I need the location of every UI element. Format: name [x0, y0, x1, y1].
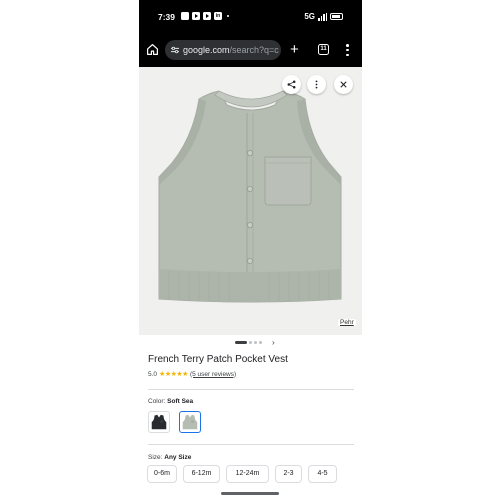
gesture-handle[interactable]	[221, 492, 279, 495]
size-options: 0-6m 6-12m 12-24m 2-3 4-5	[147, 465, 337, 483]
product-title: French Terry Patch Pocket Vest	[148, 354, 288, 365]
share-button[interactable]	[282, 75, 301, 94]
carousel-dot[interactable]	[254, 341, 257, 344]
url-path: /search?q=c	[229, 45, 279, 55]
more-notifications-dot-icon	[227, 15, 229, 17]
carousel-dot-active[interactable]	[235, 341, 247, 344]
carousel-dot[interactable]	[249, 341, 252, 344]
phone-screen: 7:39 in 5G google.com/search?q=c + 11 Pe…	[139, 0, 362, 500]
status-time: 7:39	[158, 12, 176, 22]
divider	[148, 444, 354, 445]
color-label: Color: Soft Sea	[148, 398, 194, 405]
product-image-viewer[interactable]: Pehr	[139, 67, 362, 335]
status-right: 5G	[304, 12, 343, 21]
more-options-button[interactable]	[307, 75, 326, 94]
share-icon	[287, 80, 296, 89]
rating-value: 5.0	[148, 370, 158, 378]
image-carousel-indicator: ›	[235, 339, 275, 347]
carousel-dot[interactable]	[259, 341, 262, 344]
size-chip-4-5[interactable]: 4-5	[308, 465, 337, 483]
new-tab-button[interactable]: +	[290, 42, 299, 57]
size-chip-6-12m[interactable]: 6-12m	[183, 465, 220, 483]
close-button[interactable]	[334, 75, 353, 94]
close-icon	[340, 81, 347, 88]
photos-icon	[181, 12, 189, 20]
size-chip-0-6m[interactable]: 0-6m	[147, 465, 177, 483]
selected-color: Soft Sea	[167, 398, 194, 405]
color-swatch-soft-sea[interactable]	[179, 411, 201, 433]
divider	[148, 389, 354, 390]
size-chip-2-3[interactable]: 2-3	[275, 465, 302, 483]
network-type: 5G	[304, 12, 315, 21]
notification-icons: in	[181, 12, 229, 20]
browser-menu-button[interactable]	[346, 44, 349, 56]
size-chip-12-24m[interactable]: 12-24m	[226, 465, 269, 483]
tab-switcher-button[interactable]: 11	[318, 44, 329, 55]
battery-icon	[330, 13, 343, 20]
chevron-right-icon[interactable]: ›	[272, 339, 275, 347]
selected-size: Any Size	[164, 454, 192, 461]
linkedin-icon: in	[214, 12, 222, 20]
signal-icon	[318, 12, 327, 21]
product-rating: 5.0 ★★★★★ (5 user reviews)	[148, 370, 236, 379]
home-icon[interactable]	[146, 43, 159, 56]
color-swatch-black[interactable]	[148, 411, 170, 433]
youtube-icon	[203, 12, 211, 20]
soft-sea-vest-thumbnail	[182, 414, 198, 430]
browser-toolbar: google.com/search?q=c + 11	[139, 33, 362, 67]
size-label: Size: Any Size	[148, 454, 192, 461]
youtube-icon	[192, 12, 200, 20]
url-host: google.com	[183, 45, 230, 55]
address-bar[interactable]: google.com/search?q=c	[165, 40, 281, 60]
rating-stars: ★★★★★	[159, 371, 188, 378]
status-bar: 7:39 in 5G	[139, 0, 362, 33]
site-settings-icon[interactable]	[171, 46, 179, 54]
image-source-link[interactable]: Pehr	[338, 319, 356, 326]
reviews-link[interactable]: (5 user reviews)	[190, 371, 236, 378]
more-vertical-icon	[315, 80, 318, 89]
black-vest-thumbnail	[151, 414, 167, 430]
product-image	[158, 90, 342, 303]
